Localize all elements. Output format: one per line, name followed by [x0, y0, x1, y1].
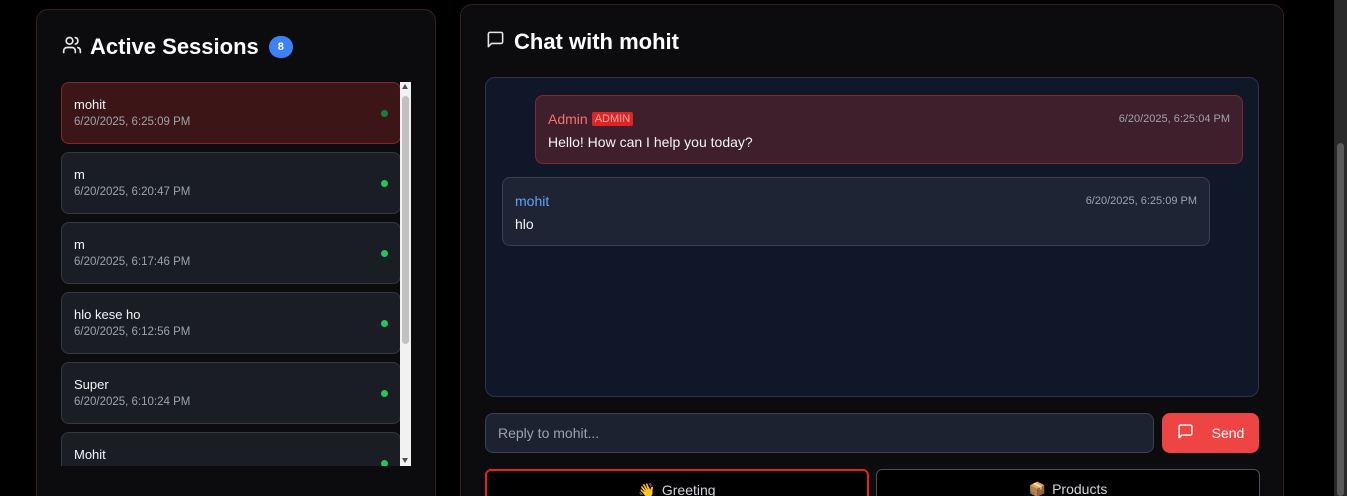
page-scrollbar[interactable] — [1334, 0, 1347, 496]
sessions-header: Active Sessions 8 — [62, 34, 293, 60]
session-item[interactable]: m 6/20/2025, 6:20:47 PM — [61, 152, 401, 214]
admin-chat-page: Active Sessions 8 mohit 6/20/2025, 6:25:… — [0, 0, 1347, 496]
quick-reply-products-button[interactable]: 📦 Products — [876, 469, 1260, 496]
package-icon: 📦 — [1028, 481, 1047, 496]
session-name: m — [74, 237, 85, 252]
scrollbar-thumb[interactable] — [402, 96, 409, 344]
session-time: 6/20/2025, 6:12:56 PM — [74, 326, 191, 338]
message-text: hlo — [515, 216, 534, 232]
online-status-dot — [381, 180, 388, 187]
sessions-panel: Active Sessions 8 mohit 6/20/2025, 6:25:… — [36, 9, 436, 496]
session-time: 6/20/2025, 6:10:24 PM — [74, 396, 191, 408]
session-item[interactable]: m 6/20/2025, 6:17:46 PM — [61, 222, 401, 284]
session-time: 6/20/2025, 6:17:46 PM — [74, 256, 191, 268]
session-name: mohit — [74, 97, 106, 112]
messages-area: Admin ADMIN 6/20/2025, 6:25:04 PM Hello!… — [485, 77, 1259, 397]
message-sender: Admin — [548, 111, 588, 127]
users-icon — [62, 35, 82, 60]
session-name: hlo kese ho — [74, 307, 141, 322]
quick-reply-label: Products — [1052, 481, 1108, 496]
quick-reply-label: Greeting — [661, 482, 716, 496]
message-time: 6/20/2025, 6:25:09 PM — [1085, 195, 1197, 207]
user-message: mohit 6/20/2025, 6:25:09 PM hlo — [502, 177, 1210, 246]
online-status-dot — [381, 460, 388, 466]
chat-title: Chat with mohit — [514, 29, 679, 54]
admin-message: Admin ADMIN 6/20/2025, 6:25:04 PM Hello!… — [535, 95, 1243, 164]
message-square-icon — [1177, 423, 1194, 443]
session-list[interactable]: mohit 6/20/2025, 6:25:09 PM m 6/20/2025,… — [61, 82, 412, 466]
send-label: Send — [1211, 425, 1245, 441]
online-status-dot — [381, 320, 388, 327]
message-text: Hello! How can I help you today? — [548, 134, 753, 150]
chat-header: Chat with mohit — [486, 29, 679, 55]
scroll-down-arrow-icon[interactable] — [402, 458, 408, 463]
online-status-dot — [381, 250, 388, 257]
session-count-badge: 8 — [268, 36, 293, 58]
waving-hand-icon: 👋 — [638, 482, 656, 496]
quick-reply-greeting-button[interactable]: 👋 Greeting — [485, 469, 869, 496]
message-square-icon — [486, 30, 505, 54]
chat-panel: Chat with mohit Admin ADMIN 6/20/2025, 6… — [460, 4, 1284, 496]
session-item[interactable]: Super 6/20/2025, 6:10:24 PM — [61, 362, 401, 424]
session-item[interactable]: mohit 6/20/2025, 6:25:09 PM — [61, 82, 401, 144]
page-scrollbar-thumb[interactable] — [1337, 143, 1344, 496]
session-item[interactable]: Mohit — [61, 432, 401, 466]
session-name: Mohit — [74, 447, 106, 462]
online-status-dot — [381, 110, 388, 117]
scroll-up-arrow-icon[interactable] — [402, 84, 408, 89]
reply-input[interactable] — [485, 413, 1154, 453]
session-name: Super — [74, 377, 109, 392]
session-item[interactable]: hlo kese ho 6/20/2025, 6:12:56 PM — [61, 292, 401, 354]
session-list-scrollbar[interactable] — [400, 82, 411, 466]
session-time: 6/20/2025, 6:20:47 PM — [74, 186, 191, 198]
online-status-dot — [381, 390, 388, 397]
session-name: m — [74, 167, 85, 182]
admin-tag: ADMIN — [591, 112, 634, 126]
session-time: 6/20/2025, 6:25:09 PM — [74, 116, 191, 128]
message-sender: mohit — [515, 193, 550, 209]
message-time: 6/20/2025, 6:25:04 PM — [1118, 113, 1230, 125]
send-button[interactable]: Send — [1162, 413, 1259, 453]
sessions-title: Active Sessions — [90, 34, 259, 59]
